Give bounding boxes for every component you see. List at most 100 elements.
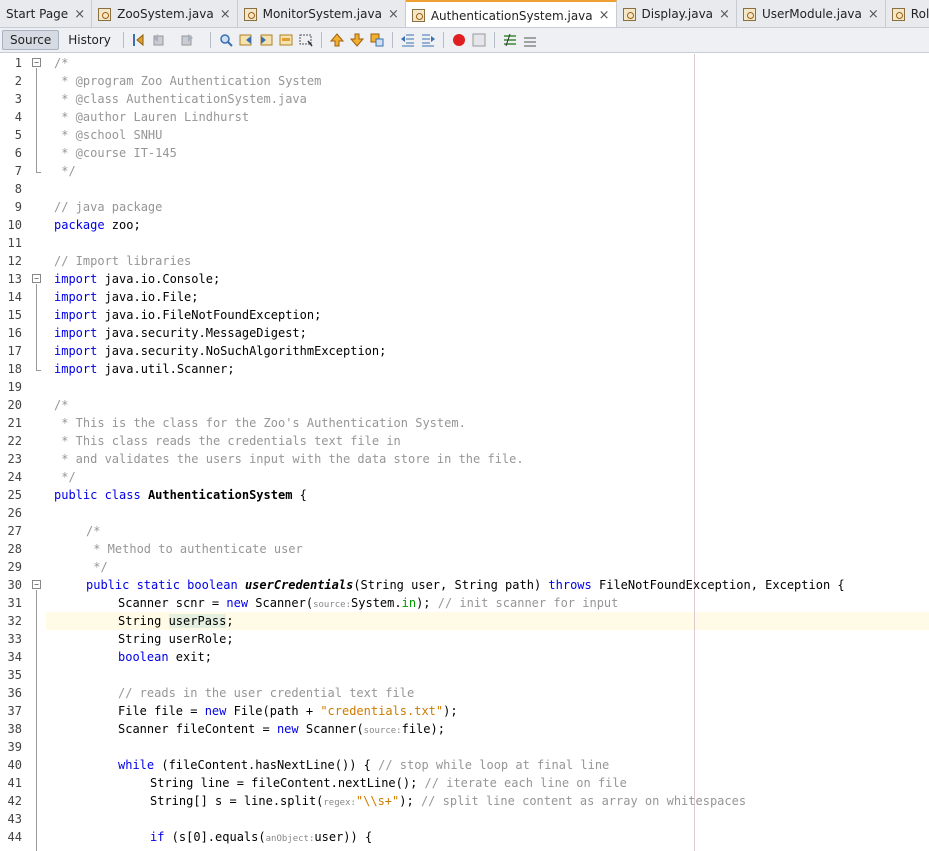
code-text: exit; <box>168 650 212 664</box>
close-icon[interactable]: × <box>868 7 879 22</box>
uncomment-icon[interactable] <box>522 32 538 48</box>
shift-left-icon[interactable] <box>400 32 416 48</box>
find-previous-icon[interactable] <box>238 32 254 48</box>
line-number: 35 <box>7 668 22 682</box>
tab-monitorsystem[interactable]: MonitorSystem.java × <box>237 0 406 27</box>
back-icon[interactable] <box>151 32 167 48</box>
code-line-1: /* <box>54 56 69 70</box>
stop-macro-recording-icon[interactable] <box>471 32 487 48</box>
line-number: 28 <box>7 542 22 556</box>
editor-toolbar: Source History <box>0 28 929 53</box>
code-text: { <box>292 488 307 502</box>
method-name: userCredentials <box>244 578 354 592</box>
tab-authenticationsystem[interactable]: AuthenticationSystem.java × <box>405 0 617 27</box>
toolbar-separator <box>122 32 124 48</box>
code-text: File(path + <box>226 704 321 718</box>
fold-collapse-icon[interactable]: − <box>32 274 41 283</box>
code-text: String[] s = line.split( <box>150 794 324 808</box>
code-line-36: // reads in the user credential text fil… <box>118 686 415 700</box>
line-number: 25 <box>7 488 22 502</box>
line-number: 8 <box>14 182 22 196</box>
code-line-4: * @author Lauren Lindhurst <box>54 110 250 124</box>
close-icon[interactable]: × <box>719 7 730 22</box>
editor-tab-bar: Start Page × ZooSystem.java × MonitorSys… <box>0 0 929 28</box>
history-button[interactable]: History <box>61 30 118 50</box>
tab-display[interactable]: Display.java × <box>616 0 737 27</box>
code-text: java.io.File; <box>97 290 199 304</box>
code-text: java.security.MessageDigest; <box>97 326 307 340</box>
rectangular-selection-icon[interactable] <box>298 32 314 48</box>
code-text: File file = <box>118 704 205 718</box>
code-text: FileNotFoundException, Exception { <box>591 578 845 592</box>
tab-usermodule[interactable]: UserModule.java × <box>736 0 886 27</box>
java-file-icon <box>742 7 756 21</box>
parameter-hint: anObject: <box>265 834 315 844</box>
line-number: 44 <box>7 830 22 844</box>
line-number: 36 <box>7 686 22 700</box>
keyword: new <box>204 704 227 718</box>
previous-bookmark-icon[interactable] <box>329 32 345 48</box>
line-number: 34 <box>7 650 22 664</box>
next-bookmark-icon[interactable] <box>349 32 365 48</box>
toolbar-separator <box>493 32 495 48</box>
toggle-highlight-icon[interactable] <box>278 32 294 48</box>
code-line-34: boolean exit; <box>118 648 212 666</box>
last-edit-icon[interactable] <box>131 32 147 48</box>
code-line-40: while (fileContent.hasNextLine()) { // s… <box>118 756 609 774</box>
keyword: import <box>54 290 98 304</box>
comment-icon[interactable] <box>502 32 518 48</box>
forward-icon[interactable] <box>179 32 195 48</box>
code-text: file); <box>401 722 445 736</box>
parameter-hint: source: <box>363 726 402 736</box>
code-line-29: */ <box>86 560 108 574</box>
parameter-hint: source: <box>313 600 352 610</box>
parameter-hint: regex: <box>323 798 356 808</box>
line-number: 32 <box>7 614 22 628</box>
keyword: import <box>54 344 98 358</box>
java-file-icon <box>622 7 636 21</box>
source-button[interactable]: Source <box>2 30 60 50</box>
find-icon[interactable] <box>218 32 234 48</box>
code-text: Scanner scnr = <box>118 596 227 610</box>
line-number: 17 <box>7 344 22 358</box>
static-field: in <box>401 596 417 610</box>
fold-collapse-icon[interactable]: − <box>32 580 41 589</box>
code-line-17: import java.security.NoSuchAlgorithmExce… <box>54 342 386 360</box>
close-icon[interactable]: × <box>220 7 231 22</box>
line-number: 9 <box>14 200 22 214</box>
code-line-41: String line = fileContent.nextLine(); //… <box>150 774 627 792</box>
fold-collapse-icon[interactable]: − <box>32 58 41 67</box>
close-icon[interactable]: × <box>599 8 610 23</box>
inline-comment: // stop while loop at final line <box>378 758 610 772</box>
code-line-9: // java package <box>54 200 163 214</box>
keyword: import <box>54 362 98 376</box>
tab-roles[interactable]: Roles.java × <box>885 0 929 27</box>
toggle-bookmark-icon[interactable] <box>369 32 385 48</box>
code-line-13: import java.io.Console; <box>54 270 220 288</box>
line-number: 4 <box>14 110 22 124</box>
tab-zoosystem[interactable]: ZooSystem.java × <box>92 0 238 27</box>
start-macro-recording-icon[interactable] <box>451 32 467 48</box>
code-text: (s[0].equals( <box>164 830 266 844</box>
code-line-22: * This class reads the credentials text … <box>54 434 401 448</box>
close-icon[interactable]: × <box>388 7 399 22</box>
line-number: 23 <box>7 452 22 466</box>
line-number: 15 <box>7 308 22 322</box>
line-number: 31 <box>7 596 22 610</box>
find-next-icon[interactable] <box>258 32 274 48</box>
code-line-44: if (s[0].equals(anObject:user)) { <box>150 828 372 846</box>
code-text: java.security.NoSuchAlgorithmException; <box>97 344 387 358</box>
fold-guide-end <box>36 370 41 371</box>
line-number: 3 <box>14 92 22 106</box>
code-text: Scanner fileContent = <box>118 722 277 736</box>
code-text: String line = fileContent.nextLine(); <box>150 776 425 790</box>
tab-start-page[interactable]: Start Page × <box>0 0 93 27</box>
line-number: 24 <box>7 470 22 484</box>
shift-right-icon[interactable] <box>420 32 436 48</box>
code-text: (fileContent.hasNextLine()) { <box>154 758 379 772</box>
code-editor[interactable]: 1 2 3 4 5 6 7 8 9 10 11 12 13 14 15 16 1… <box>0 54 929 851</box>
line-number: 29 <box>7 560 22 574</box>
close-icon[interactable]: × <box>74 7 85 22</box>
keyword: import <box>54 272 98 286</box>
line-number: 5 <box>14 128 22 142</box>
